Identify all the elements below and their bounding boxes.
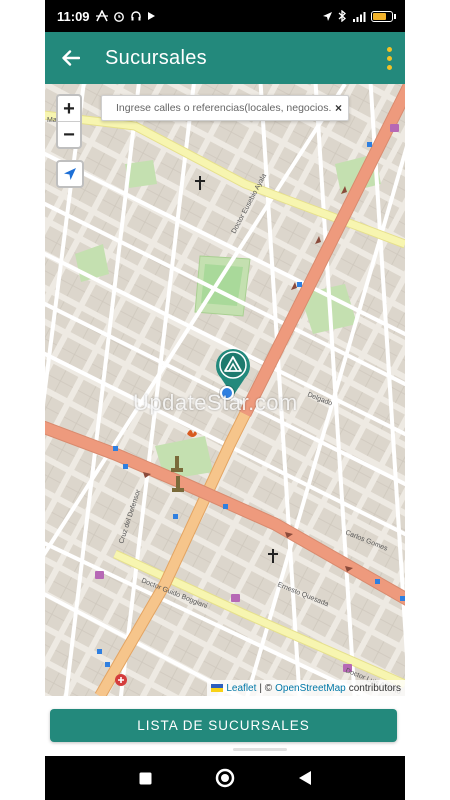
location-icon: [323, 11, 332, 21]
bottom-area: LISTA DE SUCURSALES: [45, 696, 405, 756]
back-button[interactable]: [45, 32, 97, 84]
more-vert-icon: [386, 46, 392, 52]
map-view[interactable]: Mayor Doctor Guido Boggiani Doctor Luis …: [45, 84, 405, 696]
branch-list-button[interactable]: LISTA DE SUCURSALES: [50, 709, 397, 742]
play-icon: [147, 12, 155, 20]
battery-icon: [371, 10, 396, 22]
leaflet-link[interactable]: Leaflet: [226, 683, 256, 694]
home-button[interactable]: [210, 763, 240, 793]
recents-button[interactable]: [130, 763, 160, 793]
ukraine-flag-icon: [211, 684, 224, 692]
navigation-arrow-icon: [64, 168, 76, 180]
search-clear-icon[interactable]: ×: [335, 101, 342, 115]
page-title: Sucursales: [105, 46, 207, 69]
system-nav-bar: [45, 756, 405, 800]
headset-icon: [130, 11, 141, 21]
address-search-box: ×: [101, 95, 349, 121]
locate-me-button[interactable]: [56, 160, 84, 188]
home-circle-icon: [215, 768, 235, 788]
status-left-icons: [95, 10, 156, 22]
status-bar: 11:09: [45, 0, 405, 32]
zoom-in-button[interactable]: +: [58, 96, 80, 122]
more-vert-icon-dot: [386, 55, 392, 61]
overflow-menu-button[interactable]: [373, 32, 405, 84]
recents-square-icon: [139, 772, 151, 784]
address-search-input[interactable]: [116, 102, 331, 114]
openstreetmap-link[interactable]: OpenStreetMap: [275, 683, 346, 694]
attribution-separator: | ©: [259, 682, 273, 694]
bluetooth-icon: [338, 10, 346, 22]
arrow-left-icon: [62, 50, 80, 66]
battery-level: [373, 12, 386, 20]
zoom-control: + −: [56, 94, 82, 149]
alarm-icon: [113, 12, 124, 22]
map-attribution: Leaflet | © OpenStreetMap contributors: [207, 680, 405, 696]
status-time: 11:09: [57, 8, 90, 24]
phone-screen: 11:09 Sucursales Doctor Guido Boggiani C…: [45, 0, 405, 800]
sheet-handle: [233, 748, 287, 751]
system-back-button[interactable]: [290, 763, 320, 793]
signal-icon: [353, 11, 366, 22]
network-activity-icon: [95, 10, 108, 22]
back-triangle-icon: [299, 771, 311, 785]
app-bar: Sucursales: [45, 32, 405, 84]
status-right-icons: [322, 10, 396, 22]
more-vert-icon-dot: [386, 64, 392, 70]
zoom-out-button[interactable]: −: [58, 122, 80, 147]
watermark: UpdateStar.com: [133, 390, 298, 415]
attribution-suffix: contributors: [348, 682, 401, 694]
